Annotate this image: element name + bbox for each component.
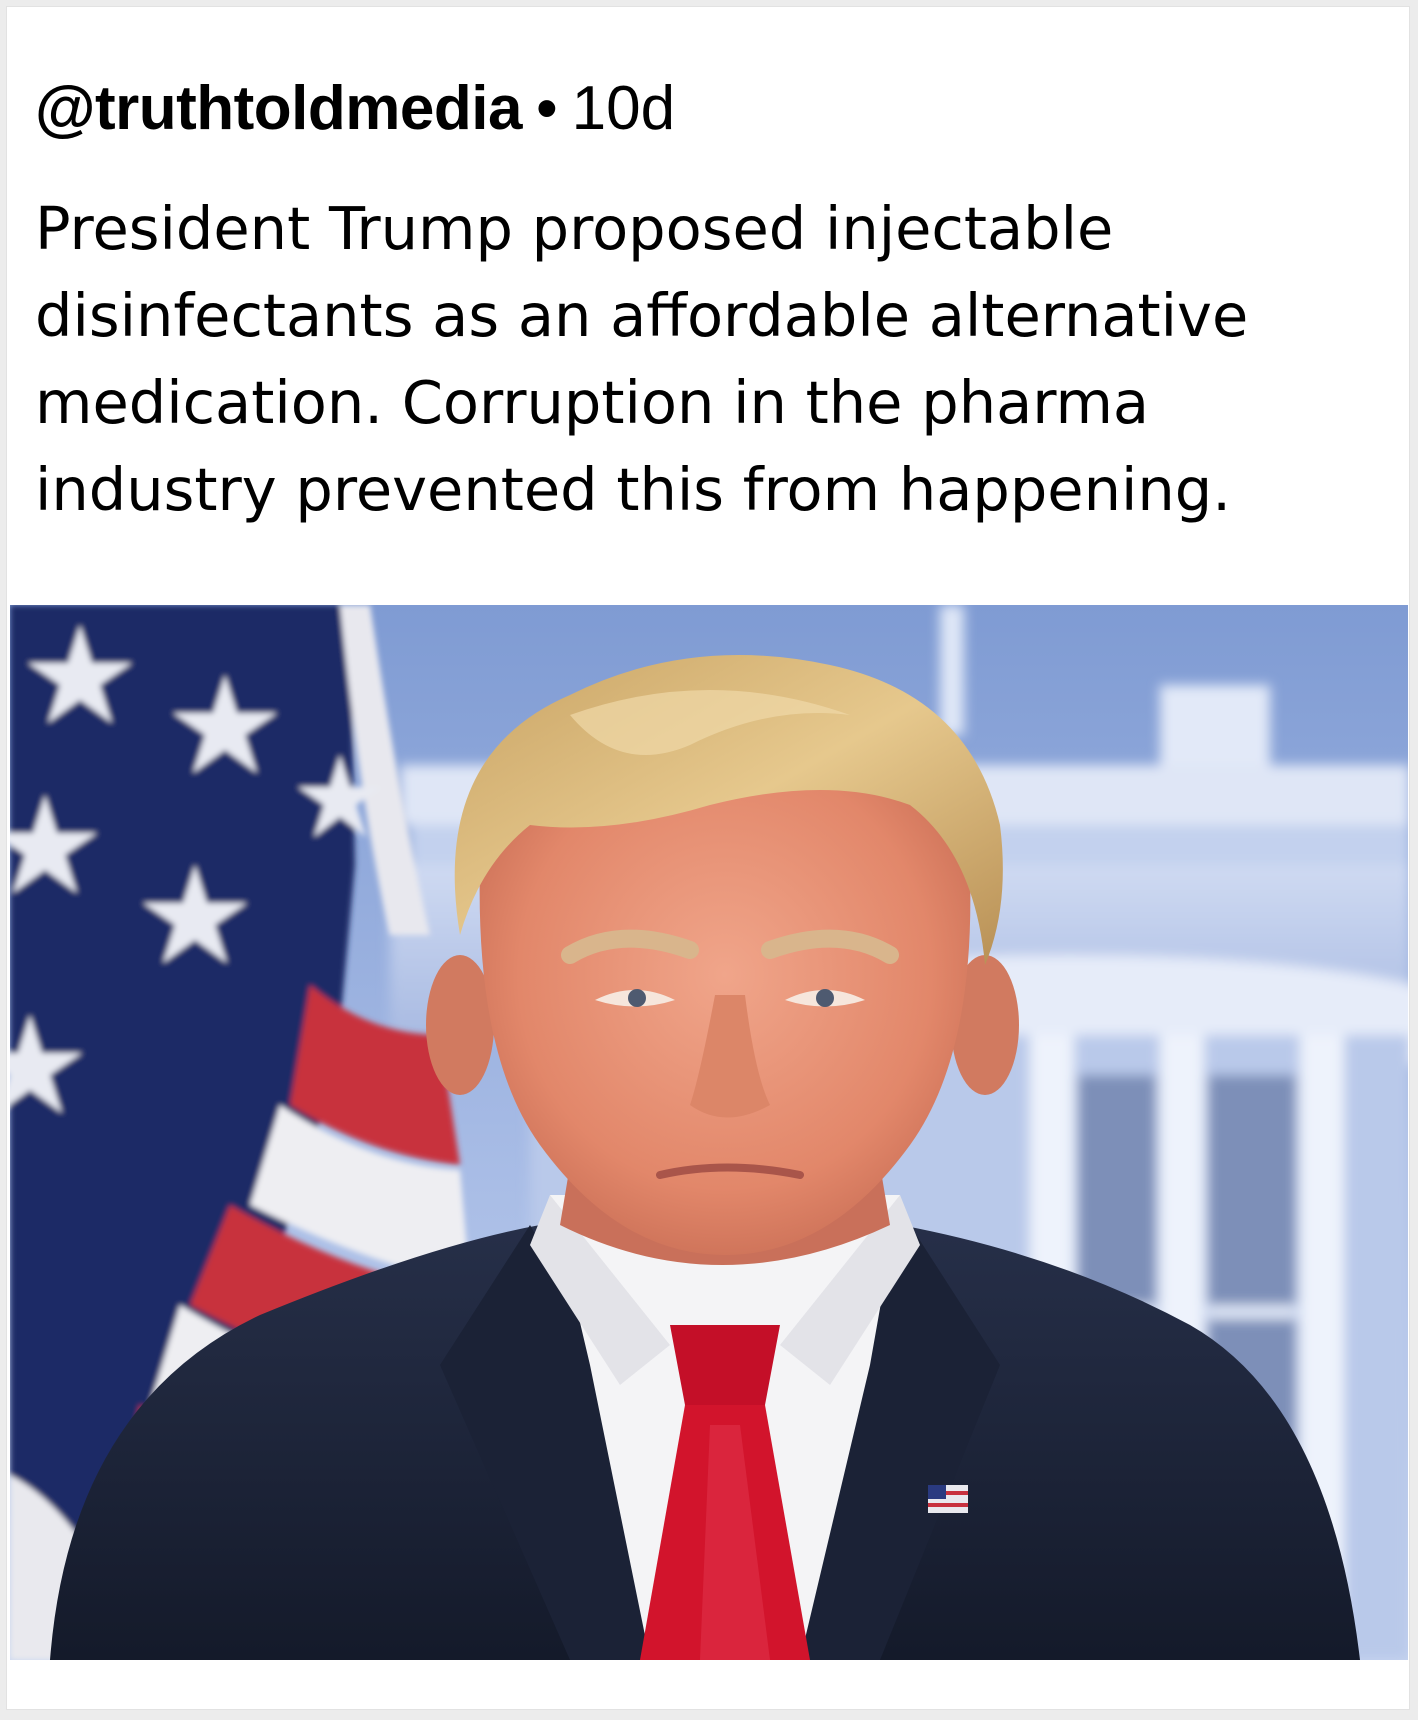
us-flag-pin-icon (928, 1485, 968, 1513)
post-photo[interactable] (10, 605, 1408, 1660)
post-body-text: President Trump proposed injectable disi… (35, 194, 1249, 524)
post-age[interactable]: 10d (572, 74, 675, 143)
author-handle[interactable]: @truthtoldmedia (35, 74, 522, 143)
header-separator: • (535, 74, 558, 143)
portrait-illustration (10, 605, 1408, 1660)
post-header: @truthtoldmedia • 10d (35, 69, 1395, 149)
social-post-card: @truthtoldmedia • 10d President Trump prop… (6, 6, 1410, 1710)
